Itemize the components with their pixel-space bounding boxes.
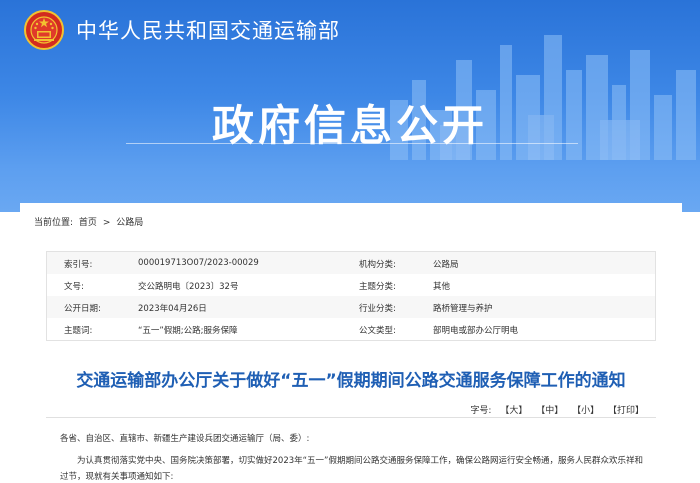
addressee-text: 各省、自治区、直辖市、新疆生产建设兵团交通运输厅（局、委）: (60, 434, 310, 444)
meta-row: 索引号: 000019713O07/2023-00029 机构分类: 公路局 (47, 252, 655, 274)
meta-key: 行业分类: (359, 304, 396, 314)
national-emblem-icon (24, 10, 64, 50)
meta-key: 机构分类: (359, 260, 396, 270)
meta-value: 部明电或部办公厅明电 (433, 326, 519, 336)
meta-value: “五一”假期;公路;服务保障 (138, 326, 238, 336)
print-button[interactable]: 【打印】 (608, 406, 644, 416)
meta-key: 索引号: (64, 260, 93, 270)
meta-row: 文号: 交公路明电〔2023〕32号 主题分类: 其他 (47, 274, 655, 296)
banner-divider (126, 143, 578, 144)
meta-row: 公开日期: 2023年04月26日 行业分类: 路桥管理与养护 (47, 296, 655, 318)
meta-row: 主题词: “五一”假期;公路;服务保障 公文类型: 部明电或部办公厅明电 (47, 318, 655, 340)
font-size-large-button[interactable]: 【大】 (500, 406, 527, 416)
meta-value: 公路局 (433, 260, 459, 270)
font-size-small-button[interactable]: 【小】 (572, 406, 599, 416)
meta-key: 文号: (64, 282, 84, 292)
header-banner: 中华人民共和国交通运输部 政府信息公开 (0, 0, 700, 212)
breadcrumb-home-link[interactable]: 首页 (79, 218, 97, 228)
breadcrumb-label: 当前位置: (34, 218, 74, 228)
ministry-name[interactable]: 中华人民共和国交通运输部 (76, 15, 340, 45)
font-size-controls: 字号: 【大】 【中】 【小】 【打印】 (470, 403, 644, 416)
breadcrumb: 当前位置: 首页 > 公路局 (34, 215, 146, 228)
document-meta-table: 索引号: 000019713O07/2023-00029 机构分类: 公路局 文… (46, 251, 656, 341)
meta-key: 主题词: (64, 326, 93, 336)
font-size-label: 字号: (470, 406, 492, 416)
content-divider (46, 417, 656, 418)
breadcrumb-separator: > (102, 218, 111, 228)
meta-value: 2023年04月26日 (138, 304, 207, 314)
font-size-medium-button[interactable]: 【中】 (536, 406, 563, 416)
breadcrumb-current-link[interactable]: 公路局 (116, 218, 143, 228)
meta-value: 交公路明电〔2023〕32号 (138, 282, 239, 292)
meta-value: 路桥管理与养护 (433, 304, 493, 314)
document-title: 交通运输部办公厅关于做好“五一”假期期间公路交通服务保障工作的通知 (76, 371, 626, 391)
meta-value: 其他 (433, 282, 451, 292)
meta-key: 主题分类: (359, 282, 396, 292)
meta-key: 公开日期: (64, 304, 101, 314)
meta-key: 公文类型: (359, 326, 396, 336)
content-card: 当前位置: 首页 > 公路局 索引号: 000019713O07/2023-00… (20, 203, 682, 483)
body-paragraph: 为认真贯彻落实党中央、国务院决策部署，切实做好2023年“五一”假期期间公路交通… (60, 456, 643, 482)
meta-value: 000019713O07/2023-00029 (138, 258, 259, 268)
